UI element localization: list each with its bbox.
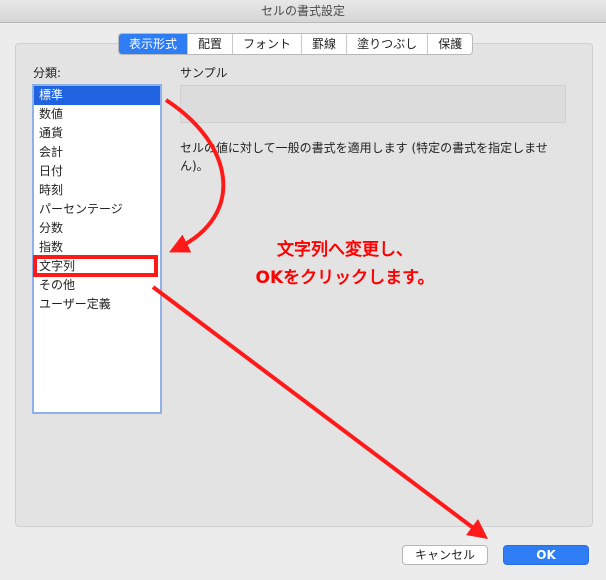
- category-item-general[interactable]: 標準: [34, 86, 160, 105]
- tab-protection[interactable]: 保護: [427, 34, 472, 54]
- category-item-percentage[interactable]: パーセンテージ: [34, 200, 160, 219]
- category-item-fraction[interactable]: 分数: [34, 219, 160, 238]
- category-list[interactable]: 標準 数値 通貨 会計 日付 時刻 パーセンテージ 分数 指数 文字列 その他 …: [32, 84, 162, 414]
- tab-number-format[interactable]: 表示形式: [119, 34, 188, 54]
- tab-alignment[interactable]: 配置: [187, 34, 232, 54]
- category-label: 分類:: [33, 66, 62, 80]
- category-item-special[interactable]: その他: [34, 276, 160, 295]
- annotation-line-1: 文字列へ変更し、: [277, 240, 413, 260]
- category-item-time[interactable]: 時刻: [34, 181, 160, 200]
- tab-font[interactable]: フォント: [232, 34, 301, 54]
- window-title: セルの書式設定: [0, 0, 606, 23]
- annotation-line-2: OKをクリックします。: [255, 268, 435, 288]
- tab-bar: 表示形式 配置 フォント 罫線 塗りつぶし 保護: [118, 33, 474, 55]
- category-item-accounting[interactable]: 会計: [34, 143, 160, 162]
- format-description: セルの値に対して一般の書式を適用します (特定の書式を指定しません)。: [180, 141, 548, 173]
- category-item-number[interactable]: 数値: [34, 105, 160, 124]
- category-item-custom[interactable]: ユーザー定義: [34, 295, 160, 314]
- sample-label: サンプル: [180, 66, 228, 80]
- text-item-highlight: [33, 255, 158, 277]
- ok-button[interactable]: OK: [503, 545, 589, 565]
- cancel-button[interactable]: キャンセル: [402, 545, 488, 565]
- sample-preview: [180, 85, 566, 123]
- category-item-currency[interactable]: 通貨: [34, 124, 160, 143]
- tab-fill[interactable]: 塗りつぶし: [346, 34, 427, 54]
- tab-border[interactable]: 罫線: [301, 34, 346, 54]
- instruction-annotation: 文字列へ変更し、 OKをクリックします。: [230, 236, 460, 292]
- category-item-date[interactable]: 日付: [34, 162, 160, 181]
